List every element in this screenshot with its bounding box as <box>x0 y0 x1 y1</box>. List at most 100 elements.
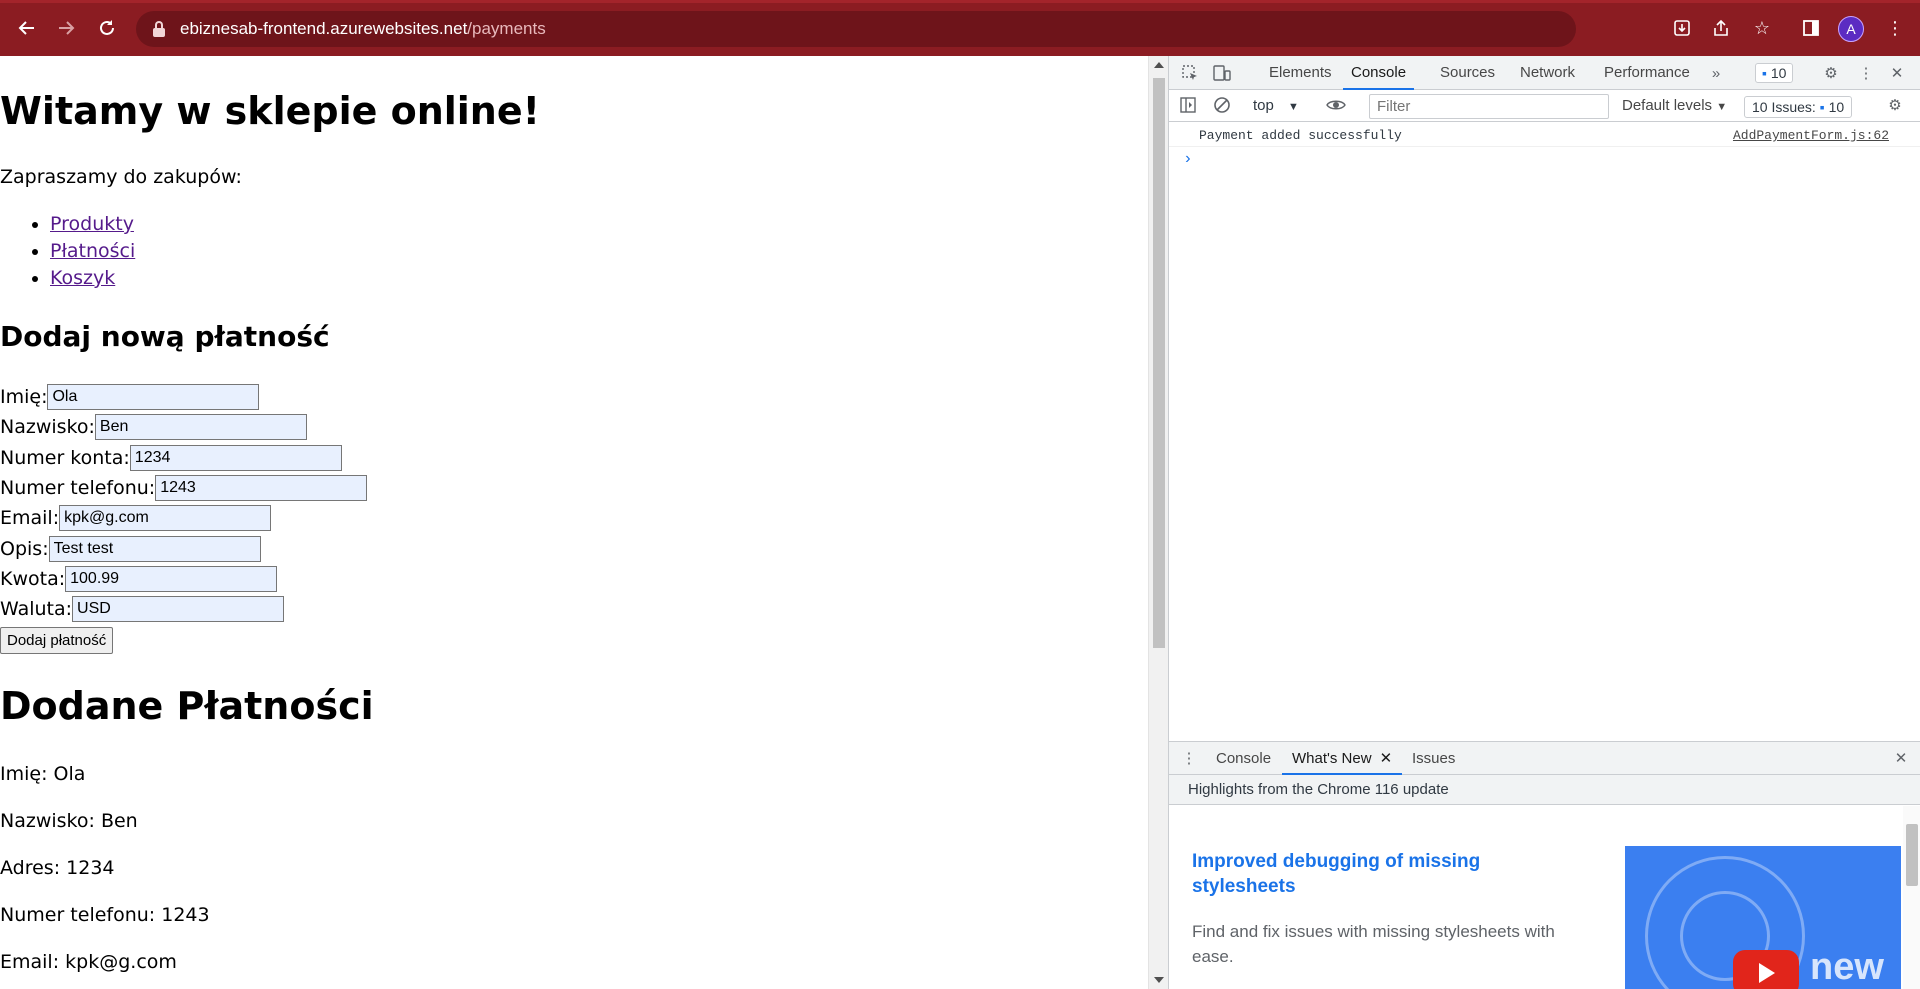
message-icon: ▪ <box>1819 99 1825 115</box>
issues-button[interactable]: 10 Issues: ▪ 10 <box>1744 96 1853 118</box>
clear-console-icon[interactable] <box>1211 95 1233 115</box>
live-expression-eye-icon[interactable] <box>1325 95 1347 115</box>
form-row-first-name: Imię: <box>0 384 260 410</box>
video-badge-text: new <box>1810 946 1884 988</box>
add-payment-button[interactable]: Dodaj płatność <box>0 627 114 654</box>
link-platnosci[interactable]: Płatności <box>50 240 135 262</box>
youtube-play-icon[interactable] <box>1733 950 1799 989</box>
field-label: Numer telefonu: <box>0 477 156 499</box>
levels-label: Default levels <box>1622 97 1713 114</box>
drawer-scrollbar[interactable] <box>1903 806 1920 989</box>
context-selector[interactable]: top ▼ <box>1253 94 1299 118</box>
bookmark-star-icon[interactable]: ☆ <box>1748 14 1776 42</box>
forward-arrow-icon[interactable] <box>52 14 80 42</box>
list-item: Płatności <box>50 238 135 265</box>
form-row-currency: Waluta: <box>0 596 285 622</box>
email-input[interactable] <box>59 505 272 531</box>
payment-detail: Nazwisko: Ben <box>0 810 138 832</box>
field-label: Imię: <box>0 386 48 408</box>
account-number-input[interactable] <box>129 445 342 471</box>
reload-icon[interactable] <box>93 14 121 42</box>
console-settings-gear-icon[interactable]: ⚙ <box>1884 95 1906 115</box>
side-panel-icon[interactable] <box>1797 14 1825 42</box>
form-row-phone: Numer telefonu: <box>0 475 368 501</box>
page-scrollbar[interactable] <box>1148 56 1168 989</box>
inspect-element-icon[interactable] <box>1179 63 1201 83</box>
payment-detail: Numer telefonu: 1243 <box>0 904 210 926</box>
console-toolbar: top ▼ Default levels ▼ 10 Issues: ▪ 10 ⚙ <box>1169 90 1920 122</box>
url-text[interactable]: ebiznesab-frontend.azurewebsites.net/pay… <box>180 19 546 39</box>
scrollbar-thumb[interactable] <box>1906 824 1918 886</box>
payments-list-heading: Dodane Płatności <box>0 684 374 728</box>
drawer-menu-icon[interactable]: ⋮ <box>1178 748 1200 768</box>
device-toolbar-icon[interactable] <box>1211 63 1233 83</box>
intro-text: Zapraszamy do zakupów: <box>0 166 242 188</box>
form-row-last-name: Nazwisko: <box>0 414 307 440</box>
tab-console[interactable]: Console <box>1343 56 1415 90</box>
page-content: Witamy w sklepie online! Zapraszamy do z… <box>0 56 1148 989</box>
video-thumbnail[interactable]: new <box>1625 846 1901 989</box>
description-input[interactable] <box>48 536 261 562</box>
form-row-description: Opis: <box>0 536 261 562</box>
scroll-down-arrow-icon[interactable] <box>1154 977 1164 983</box>
url-path: /payments <box>467 19 546 38</box>
share-icon[interactable] <box>1707 14 1735 42</box>
url-host: ebiznesab-frontend.azurewebsites.net <box>180 19 468 38</box>
field-label: Kwota: <box>0 568 66 590</box>
address-bar[interactable]: ebiznesab-frontend.azurewebsites.net/pay… <box>136 11 1576 47</box>
close-tab-icon[interactable]: ✕ <box>1380 750 1393 767</box>
form-row-amount: Kwota: <box>0 566 278 592</box>
drawer-tab-console[interactable]: Console <box>1216 742 1271 775</box>
issues-label: 10 Issues: <box>1752 99 1816 115</box>
page-title: Witamy w sklepie online! <box>0 89 540 133</box>
sidebar-toggle-icon[interactable] <box>1177 95 1199 115</box>
install-app-icon[interactable] <box>1668 14 1696 42</box>
whats-new-item-description: Find and fix issues with missing stylesh… <box>1192 922 1555 966</box>
more-tabs-chevron-icon[interactable]: » <box>1705 63 1727 83</box>
console-prompt-chevron-icon[interactable]: › <box>1183 150 1193 168</box>
field-label: Waluta: <box>0 598 73 620</box>
devtools-menu-icon[interactable]: ⋮ <box>1855 63 1877 83</box>
close-devtools-icon[interactable]: ✕ <box>1886 63 1908 83</box>
console-filter-input[interactable] <box>1369 94 1609 119</box>
nav-link-list: Produkty Płatności Koszyk <box>50 211 135 292</box>
whats-new-heading: Highlights from the Chrome 116 update <box>1188 781 1449 798</box>
kebab-menu-icon[interactable]: ⋮ <box>1881 14 1909 42</box>
payment-detail: Imię: Ola <box>0 763 86 785</box>
tab-network[interactable]: Network <box>1520 56 1575 90</box>
devtools-tab-bar: Elements Console Sources Network Perform… <box>1169 56 1920 90</box>
phone-input[interactable] <box>155 475 368 501</box>
scrollbar-thumb[interactable] <box>1153 78 1165 648</box>
drawer-tab-label: What's New <box>1292 750 1372 767</box>
log-levels-dropdown[interactable]: Default levels ▼ <box>1622 94 1727 118</box>
profile-avatar[interactable]: A <box>1838 16 1864 42</box>
issues-count: 10 <box>1828 99 1845 115</box>
link-koszyk[interactable]: Koszyk <box>50 267 115 289</box>
lock-icon[interactable] <box>152 21 166 37</box>
whats-new-header: Highlights from the Chrome 116 update <box>1169 775 1920 805</box>
tab-sources[interactable]: Sources <box>1440 56 1495 90</box>
currency-input[interactable] <box>72 596 285 622</box>
messages-badge[interactable]: ▪ 10 <box>1755 63 1794 83</box>
payment-detail: Adres: 1234 <box>0 857 115 879</box>
tab-elements[interactable]: Elements <box>1269 56 1332 90</box>
tab-performance[interactable]: Performance <box>1604 56 1690 90</box>
first-name-input[interactable] <box>47 384 260 410</box>
console-message: Payment added successfully <box>1199 128 1402 143</box>
drawer-tab-bar: ⋮ Console What's New ✕ Issues ✕ <box>1169 741 1920 775</box>
whats-new-item-title[interactable]: Improved debugging of missing stylesheet… <box>1192 849 1522 899</box>
console-source-link[interactable]: AddPaymentForm.js:62 <box>1733 128 1889 143</box>
field-label: Numer konta: <box>0 447 130 469</box>
last-name-input[interactable] <box>94 414 307 440</box>
settings-gear-icon[interactable]: ⚙ <box>1820 63 1842 83</box>
amount-input[interactable] <box>65 566 278 592</box>
scroll-up-arrow-icon[interactable] <box>1154 62 1164 68</box>
link-produkty[interactable]: Produkty <box>50 213 134 235</box>
list-item: Koszyk <box>50 265 135 292</box>
drawer-tab-issues[interactable]: Issues <box>1412 742 1455 775</box>
console-message-row: Payment added successfully AddPaymentFor… <box>1169 124 1920 147</box>
close-drawer-icon[interactable]: ✕ <box>1890 748 1912 768</box>
message-icon: ▪ <box>1762 65 1767 81</box>
back-arrow-icon[interactable] <box>13 14 41 42</box>
drawer-tab-whats-new[interactable]: What's New ✕ <box>1282 742 1403 775</box>
